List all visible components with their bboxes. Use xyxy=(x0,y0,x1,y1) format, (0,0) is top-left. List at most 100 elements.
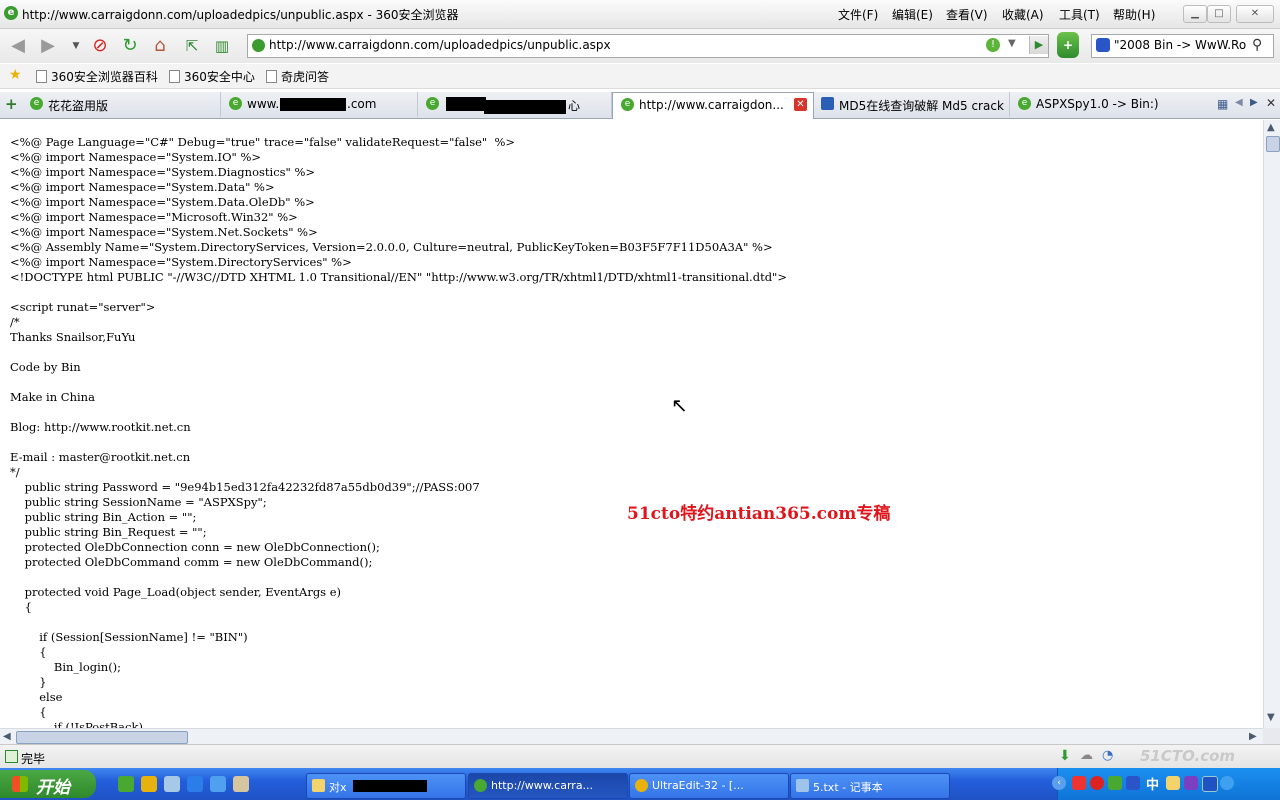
search-input[interactable]: "2008 Bin -> WwW.Ro xyxy=(1114,38,1246,52)
download-icon[interactable]: ⬇ xyxy=(1059,748,1071,764)
forward-icon[interactable]: ▶ xyxy=(36,34,60,58)
vertical-scroll-thumb[interactable] xyxy=(1266,136,1280,152)
tray-expand-icon[interactable]: ‹ xyxy=(1052,776,1066,790)
tab-2[interactable]: e 心 xyxy=(418,92,612,117)
360-guard-icon[interactable]: + xyxy=(1057,32,1079,58)
sidebar-icon[interactable]: ▥ xyxy=(210,34,234,58)
document-icon xyxy=(36,70,47,83)
menu-view[interactable]: 查看(V) xyxy=(946,6,988,23)
restore-tab-icon[interactable]: ⇱ xyxy=(180,34,204,58)
scroll-left-icon[interactable]: ◀ xyxy=(3,731,11,742)
windows-logo-icon xyxy=(12,776,28,792)
mouse-cursor-icon: ↖ xyxy=(671,393,688,417)
quicklaunch-app-icon[interactable] xyxy=(141,776,157,792)
ie-page-icon: e xyxy=(426,97,439,110)
document-icon xyxy=(169,70,180,83)
tray-app-icon[interactable] xyxy=(1166,776,1180,790)
address-dropdown-icon[interactable]: ▼ xyxy=(1008,38,1016,49)
window-title-bar: e http://www.carraigdonn.com/uploadedpic… xyxy=(0,0,1280,29)
ie-page-icon: e xyxy=(30,97,43,110)
close-window-button[interactable]: ✕ xyxy=(1236,5,1274,23)
tab-list-icon[interactable]: ▦ xyxy=(1217,97,1228,111)
window-title: http://www.carraigdonn.com/uploadedpics/… xyxy=(22,8,459,22)
tab-5[interactable]: e ASPXSpy1.0 -> Bin:) xyxy=(1010,92,1210,117)
menu-edit[interactable]: 编辑(E) xyxy=(892,6,933,23)
tray-qq-icon[interactable] xyxy=(1072,776,1086,790)
ultraedit-icon xyxy=(635,779,648,792)
taskbar-button-folder[interactable]: 对x xyxy=(306,773,466,799)
close-all-tabs-icon[interactable]: ✕ xyxy=(1266,96,1276,110)
tray-360-icon[interactable] xyxy=(1108,776,1122,790)
favorites-bar: ★ 360安全浏览器百科 360安全中心 奇虎问答 xyxy=(0,64,1280,89)
tab-3-active[interactable]: e http://www.carraigdon... ✕ xyxy=(612,92,814,119)
browser-logo-icon: e xyxy=(4,6,18,20)
favorite-item-0[interactable]: 360安全浏览器百科 xyxy=(36,68,158,85)
status-text: 完毕 xyxy=(21,752,46,766)
horizontal-scroll-thumb[interactable] xyxy=(16,731,188,744)
address-bar[interactable]: http://www.carraigdonn.com/uploadedpics/… xyxy=(247,34,1049,58)
baidu-search-engine-icon[interactable] xyxy=(1096,38,1110,52)
vertical-scrollbar[interactable]: ▲ ▼ xyxy=(1263,120,1280,728)
address-input[interactable]: http://www.carraigdonn.com/uploadedpics/… xyxy=(269,38,611,52)
security-check-icon[interactable]: ! xyxy=(986,38,1000,52)
page-content: <%@ Page Language="C#" Debug="true" trac… xyxy=(0,120,1263,728)
scroll-right-icon[interactable]: ▶ xyxy=(1249,731,1257,742)
favorite-item-2[interactable]: 奇虎问答 xyxy=(266,68,329,85)
tray-volume-icon[interactable] xyxy=(1220,776,1234,790)
speed-icon[interactable]: ◔ xyxy=(1102,748,1113,763)
ie-page-icon: e xyxy=(229,97,242,110)
quicklaunch-ie2-icon[interactable] xyxy=(210,776,226,792)
quicklaunch-360-browser-icon[interactable] xyxy=(118,776,134,792)
ie-page-icon: e xyxy=(1018,97,1031,110)
redaction xyxy=(446,97,486,111)
favorites-star-icon[interactable]: ★ xyxy=(9,67,22,83)
redaction xyxy=(353,780,427,792)
notepad-icon xyxy=(796,779,809,792)
home-icon[interactable]: ⌂ xyxy=(148,34,172,58)
favorite-item-1[interactable]: 360安全中心 xyxy=(169,68,255,85)
tray-network-icon[interactable] xyxy=(1126,776,1140,790)
go-button[interactable]: ▶ xyxy=(1029,36,1048,54)
maximize-button[interactable]: □ xyxy=(1207,5,1231,23)
quicklaunch-desktop-icon[interactable] xyxy=(164,776,180,792)
menu-favorites[interactable]: 收藏(A) xyxy=(1002,6,1044,23)
history-dropdown-icon[interactable]: ▼ xyxy=(64,34,88,58)
ie-page-icon: e xyxy=(621,98,634,111)
taskbar-button-ultraedit[interactable]: UltraEdit-32 - [... xyxy=(629,773,789,799)
menu-file[interactable]: 文件(F) xyxy=(838,6,878,23)
redaction xyxy=(280,98,346,111)
browser-icon xyxy=(474,779,487,792)
new-tab-icon[interactable]: + xyxy=(5,95,18,113)
close-tab-icon[interactable]: ✕ xyxy=(794,98,807,111)
taskbar-button-notepad[interactable]: 5.txt - 记事本 xyxy=(790,773,950,799)
tab-4[interactable]: MD5在线查询破解 Md5 crack xyxy=(813,92,1010,117)
menu-help[interactable]: 帮助(H) xyxy=(1113,6,1155,23)
quicklaunch-ie-icon[interactable] xyxy=(187,776,203,792)
stop-icon[interactable]: ⊘ xyxy=(88,34,112,58)
taskbar-button-browser[interactable]: http://www.carra... xyxy=(468,773,628,799)
search-box[interactable]: "2008 Bin -> WwW.Ro xyxy=(1091,34,1274,58)
scroll-down-icon[interactable]: ▼ xyxy=(1267,712,1275,723)
quicklaunch-tool-icon[interactable] xyxy=(233,776,249,792)
tab-1[interactable]: e www. .com xyxy=(221,92,418,117)
tray-ime-indicator[interactable]: 中 xyxy=(1146,774,1159,793)
system-tray: ‹ 中 xyxy=(1052,768,1280,800)
tray-keyboard-icon[interactable] xyxy=(1184,776,1198,790)
cloud-icon[interactable]: ☁ xyxy=(1080,748,1093,763)
menu-tools[interactable]: 工具(T) xyxy=(1059,6,1100,23)
tab-0[interactable]: e 花花盗用版 xyxy=(22,92,221,117)
scroll-tabs-left-icon[interactable]: ◀ xyxy=(1235,97,1243,108)
page-done-icon xyxy=(5,750,18,763)
scroll-tabs-right-icon[interactable]: ▶ xyxy=(1250,97,1258,108)
search-icon[interactable]: ⚲ xyxy=(1252,37,1262,53)
refresh-icon[interactable]: ↻ xyxy=(118,34,142,58)
tray-shield-icon[interactable] xyxy=(1090,776,1104,790)
folder-icon xyxy=(312,779,325,792)
minimize-button[interactable]: ▁ xyxy=(1183,5,1207,23)
back-icon[interactable]: ◀ xyxy=(6,34,30,58)
start-button[interactable]: 开始 xyxy=(0,770,96,798)
scroll-up-icon[interactable]: ▲ xyxy=(1267,122,1275,133)
tray-monitor-icon[interactable] xyxy=(1202,776,1218,792)
watermark-logo: 51CTO.com xyxy=(1140,747,1236,765)
horizontal-scrollbar[interactable]: ◀ ▶ xyxy=(0,728,1263,745)
